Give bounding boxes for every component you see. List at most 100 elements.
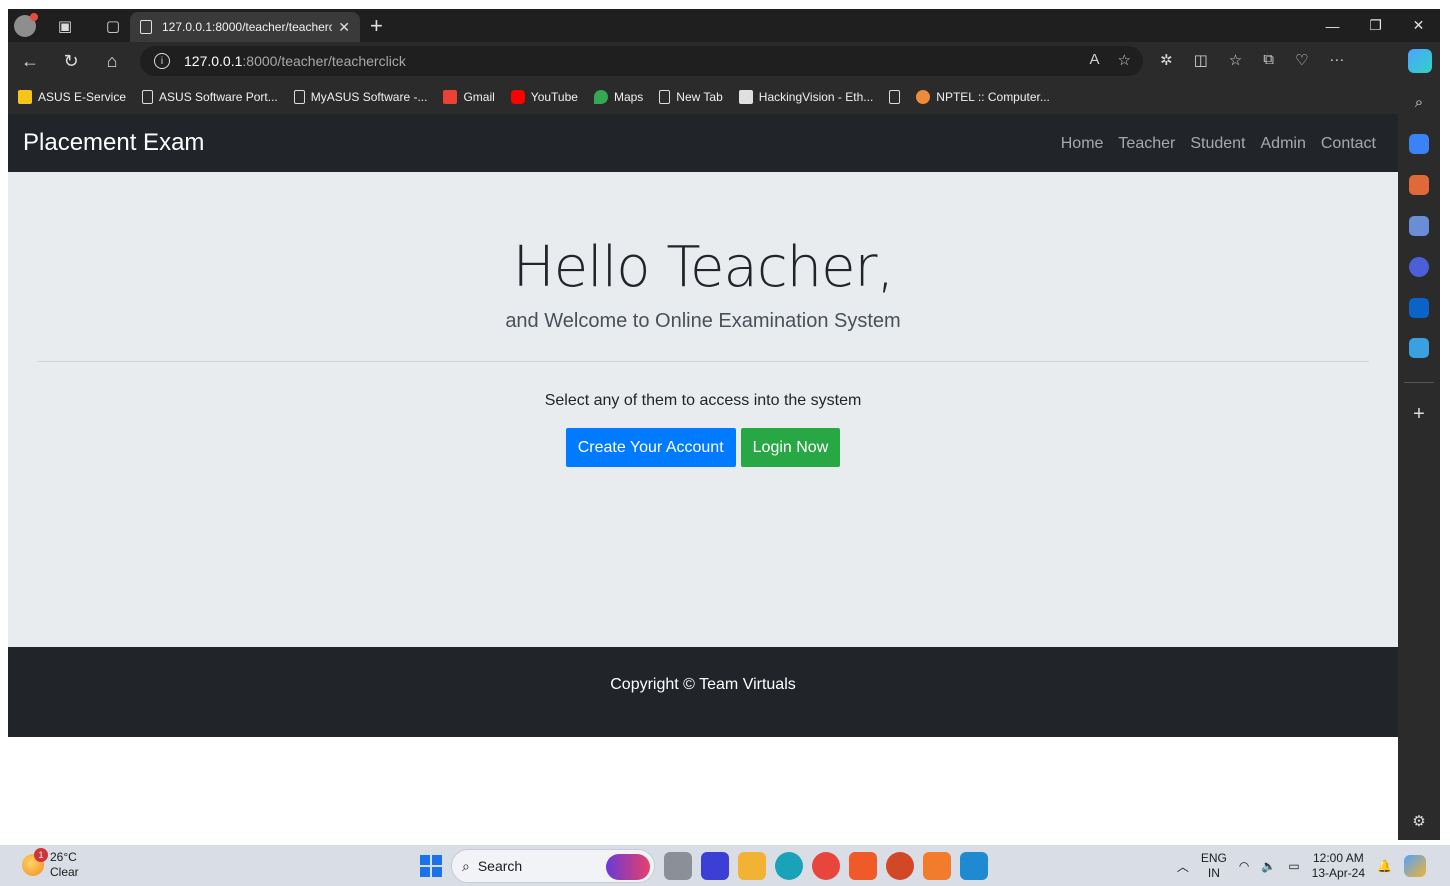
hackingvision-icon: [738, 90, 753, 104]
nav-link-home[interactable]: Home: [1061, 135, 1104, 153]
browser-tab-bar: ▣ ▢ 127.0.0.1:8000/teacher/teacherclick …: [8, 9, 1440, 42]
extensions-icon[interactable]: ✲: [1160, 51, 1173, 69]
weather-widget[interactable]: 1 26°C Clear: [22, 848, 79, 880]
nav-link-student[interactable]: Student: [1190, 135, 1245, 153]
page-viewport: Placement Exam Home Teacher Student Admi…: [8, 114, 1398, 840]
clock[interactable]: 12:00 AM 13-Apr-24: [1312, 851, 1365, 881]
drop-icon[interactable]: [1409, 338, 1429, 358]
windows-start-icon[interactable]: [420, 855, 442, 877]
tab-actions-icon[interactable]: ▢: [98, 11, 128, 41]
read-aloud-icon[interactable]: A: [1090, 51, 1100, 69]
taskbar-search-label: Search: [477, 858, 523, 874]
restore-icon[interactable]: ❐: [1354, 9, 1397, 42]
action-buttons: Create Your Account Login Now: [8, 428, 1398, 467]
copilot-taskbar-icon[interactable]: [1404, 855, 1426, 877]
nav-link-contact[interactable]: Contact: [1321, 135, 1376, 153]
site-info-icon[interactable]: i: [154, 53, 170, 69]
games-icon[interactable]: [1409, 216, 1429, 236]
battery-icon[interactable]: ▭: [1288, 859, 1299, 873]
window-controls: — ❐ ✕: [1311, 9, 1440, 42]
bookmark-nptel[interactable]: NPTEL :: Computer...: [916, 90, 1050, 104]
create-account-button[interactable]: Create Your Account: [565, 428, 736, 467]
task-view-icon[interactable]: [664, 852, 692, 880]
back-icon[interactable]: ←: [17, 49, 43, 73]
copyright-text: Copyright © Team Virtuals: [610, 676, 796, 693]
welcome-jumbotron: Hello Teacher, and Welcome to Online Exa…: [8, 172, 1398, 647]
site-brand[interactable]: Placement Exam: [23, 129, 204, 157]
powerpoint-icon[interactable]: [886, 852, 914, 880]
weather-condition: Clear: [50, 865, 79, 879]
tab-active[interactable]: 127.0.0.1:8000/teacher/teacherclick ✕: [130, 12, 360, 42]
folder-icon: [18, 90, 32, 104]
bookmark-asus-eservice[interactable]: ASUS E-Service: [18, 90, 126, 104]
taskbar-apps: ⌕ Search: [420, 849, 988, 883]
xampp-icon[interactable]: [923, 852, 951, 880]
bookmark-new-tab[interactable]: New Tab: [659, 90, 723, 104]
windows-taskbar: 1 26°C Clear ⌕ Search ︿ ENG IN ◠ 🔈 ▭ 12:…: [0, 845, 1450, 886]
chrome-icon[interactable]: [812, 852, 840, 880]
tools-briefcase-icon[interactable]: [1409, 175, 1429, 195]
weather-temperature: 26°C: [50, 850, 77, 864]
bookmark-hackingvision[interactable]: HackingVision - Eth...: [738, 90, 873, 104]
sidebar-divider: [1404, 382, 1434, 383]
sidebar-settings-gear-icon[interactable]: ⚙: [1409, 811, 1429, 831]
nav-link-admin[interactable]: Admin: [1261, 135, 1306, 153]
bookmark-gmail[interactable]: Gmail: [443, 90, 495, 104]
site-footer: Copyright © Team Virtuals: [8, 647, 1398, 737]
more-options-icon[interactable]: ···: [1329, 51, 1344, 69]
page-icon: [293, 90, 305, 104]
favorite-star-icon[interactable]: ☆: [1118, 51, 1131, 69]
desktop: ▣ ▢ 127.0.0.1:8000/teacher/teacherclick …: [0, 0, 1450, 886]
home-icon[interactable]: ⌂: [99, 49, 125, 73]
chevron-up-icon[interactable]: ︿: [1177, 858, 1189, 875]
weather-badge: 1: [34, 848, 48, 862]
app-icon[interactable]: [701, 852, 729, 880]
bookmark-asus-software-portal[interactable]: ASUS Software Port...: [142, 90, 278, 104]
search-highlight-art-icon: [606, 854, 650, 880]
bookmark-maps[interactable]: Maps: [593, 90, 643, 104]
close-window-icon[interactable]: ✕: [1397, 9, 1440, 42]
page-icon: [142, 90, 154, 104]
microsoft-365-icon[interactable]: [1409, 257, 1429, 277]
close-tab-icon[interactable]: ✕: [338, 19, 350, 36]
copilot-icon[interactable]: [1408, 49, 1432, 73]
bookmark-myasus-software[interactable]: MyASUS Software -...: [293, 90, 427, 104]
volume-icon[interactable]: 🔈: [1261, 859, 1276, 873]
add-sidebar-app-icon[interactable]: +: [1409, 403, 1429, 425]
weather-sun-icon: 1: [22, 848, 48, 876]
edge-sidebar: ⌕ + ⚙: [1398, 80, 1440, 840]
browser-essentials-icon[interactable]: ♡: [1295, 51, 1308, 69]
favorites-icon[interactable]: ☆: [1229, 51, 1242, 69]
wifi-icon[interactable]: ◠: [1239, 859, 1249, 873]
gmail-icon: [443, 90, 458, 104]
shopping-tag-icon[interactable]: [1409, 134, 1429, 154]
address-bar[interactable]: i 127.0.0.1:8000/teacher/teacherclick A …: [140, 46, 1143, 76]
maps-icon: [593, 90, 608, 104]
profile-avatar-icon[interactable]: [14, 12, 38, 37]
taskbar-search[interactable]: ⌕ Search: [451, 849, 655, 883]
bookmark-youtube[interactable]: YouTube: [510, 90, 578, 104]
divider: [38, 361, 1369, 362]
reload-icon[interactable]: ↻: [58, 49, 84, 73]
page-icon: [889, 90, 901, 104]
new-tab-icon[interactable]: +: [370, 13, 383, 39]
workspaces-icon[interactable]: ▣: [50, 11, 80, 41]
outlook-icon[interactable]: [1409, 298, 1429, 318]
tab-title: 127.0.0.1:8000/teacher/teacherclick: [162, 20, 333, 34]
url-host: 127.0.0.1: [184, 53, 243, 69]
search-icon[interactable]: ⌕: [1409, 92, 1429, 112]
file-explorer-icon[interactable]: [738, 852, 766, 880]
bookmark-untitled[interactable]: [889, 90, 901, 104]
split-screen-icon[interactable]: ◫: [1194, 51, 1208, 69]
language-indicator[interactable]: ENG IN: [1201, 851, 1227, 881]
login-now-button[interactable]: Login Now: [740, 428, 841, 467]
collections-icon[interactable]: ⧉: [1263, 51, 1274, 69]
nav-link-teacher[interactable]: Teacher: [1118, 135, 1175, 153]
access-prompt: Select any of them to access into the sy…: [544, 392, 862, 409]
vscode-icon[interactable]: [960, 852, 988, 880]
edge-browser-icon[interactable]: [775, 852, 803, 880]
brave-icon[interactable]: [849, 852, 877, 880]
toolbar-icons: ✲ ◫ ☆ ⧉ ♡ ···: [1160, 51, 1344, 69]
minimize-icon[interactable]: —: [1311, 9, 1354, 42]
notification-bell-icon[interactable]: 🔔: [1377, 859, 1392, 873]
